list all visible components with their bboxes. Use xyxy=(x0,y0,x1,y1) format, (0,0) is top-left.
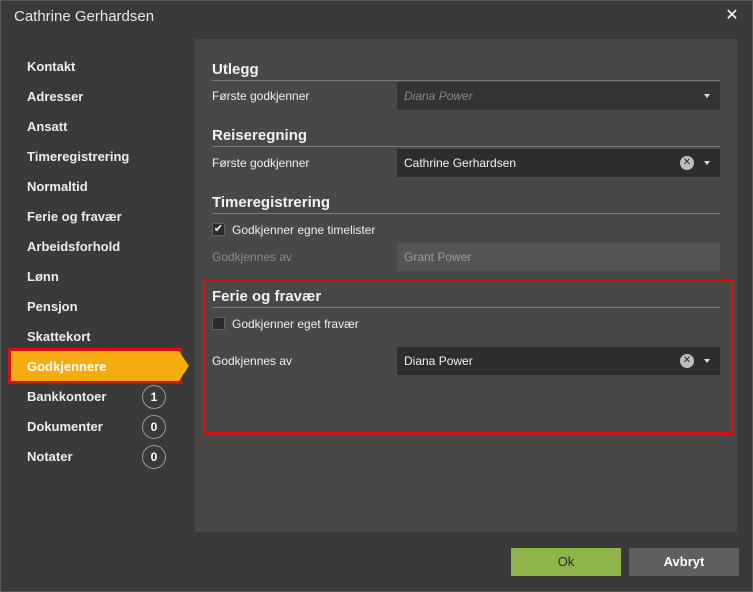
approvers-dialog: Cathrine Gerhardsen ✕ Kontakt Adresser A… xyxy=(0,0,753,592)
select-value: Grant Power xyxy=(404,250,472,264)
reiseregning-first-approver-select[interactable]: Cathrine Gerhardsen ✕ xyxy=(397,149,720,177)
sidebar-item-godkjennere[interactable]: Godkjennere xyxy=(8,348,189,384)
select-value: Diana Power xyxy=(404,354,473,368)
cancel-button[interactable]: Avbryt xyxy=(629,548,739,576)
absence-approved-by-label: Godkjennes av xyxy=(212,354,293,368)
sidebar-item-label: Bankkontoer xyxy=(27,389,107,404)
sidebar-item-ferie[interactable]: Ferie og fravær xyxy=(11,201,179,231)
sidebar-item-ansatt[interactable]: Ansatt xyxy=(11,111,179,141)
reiseregning-first-approver-label: Første godkjenner xyxy=(212,156,310,170)
sidebar-item-dokumenter[interactable]: Dokumenter 0 xyxy=(11,411,179,441)
count-badge: 0 xyxy=(142,415,166,439)
select-value: Diana Power xyxy=(404,89,473,103)
utlegg-first-approver-select[interactable]: Diana Power xyxy=(397,82,720,110)
dialog-title: Cathrine Gerhardsen xyxy=(1,1,752,33)
count-badge: 1 xyxy=(142,385,166,409)
ok-button[interactable]: Ok xyxy=(511,548,621,576)
close-icon[interactable]: ✕ xyxy=(724,6,740,26)
select-value: Cathrine Gerhardsen xyxy=(404,156,517,170)
count-badge: 0 xyxy=(142,445,166,469)
section-title-timeregistrering: Timeregistrering xyxy=(212,194,720,214)
sidebar-item-normaltid[interactable]: Normaltid xyxy=(11,171,179,201)
sidebar-nav: Kontakt Adresser Ansatt Timeregistrering… xyxy=(1,41,191,501)
sidebar-item-adresser[interactable]: Adresser xyxy=(11,81,179,111)
utlegg-first-approver-label: Første godkjenner xyxy=(212,89,310,103)
sidebar-item-label: Notater xyxy=(27,449,73,464)
own-timesheets-checkbox[interactable]: ✔ xyxy=(212,223,225,236)
absence-approved-by-select[interactable]: Diana Power ✕ xyxy=(397,347,720,375)
own-absence-checkbox[interactable] xyxy=(212,317,225,330)
caret-down-icon xyxy=(704,161,710,165)
clear-icon[interactable]: ✕ xyxy=(680,354,694,368)
caret-down-icon xyxy=(704,359,710,363)
caret-down-icon xyxy=(704,94,710,98)
clear-icon[interactable]: ✕ xyxy=(680,156,694,170)
sidebar-item-timeregistrering[interactable]: Timeregistrering xyxy=(11,141,179,171)
own-timesheets-label: Godkjenner egne timelister xyxy=(232,223,376,237)
sidebar-item-skattekort[interactable]: Skattekort xyxy=(11,321,179,351)
section-title-reiseregning: Reiseregning xyxy=(212,127,720,147)
sidebar-item-bankkontoer[interactable]: Bankkontoer 1 xyxy=(11,381,179,411)
timesheet-approved-by-label: Godkjennes av xyxy=(212,250,293,264)
section-title-ferie: Ferie og fravær xyxy=(212,288,720,308)
approvers-panel: Utlegg Første godkjenner Diana Power Rei… xyxy=(195,39,737,532)
own-absence-label: Godkjenner eget fravær xyxy=(232,317,359,331)
section-title-utlegg: Utlegg xyxy=(212,61,720,81)
sidebar-item-notater[interactable]: Notater 0 xyxy=(11,441,179,471)
sidebar-item-lonn[interactable]: Lønn xyxy=(11,261,179,291)
timesheet-approved-by-field: Grant Power xyxy=(397,243,720,271)
sidebar-item-label: Dokumenter xyxy=(27,419,103,434)
sidebar-item-arbeidsforhold[interactable]: Arbeidsforhold xyxy=(11,231,179,261)
sidebar-item-kontakt[interactable]: Kontakt xyxy=(11,51,179,81)
sidebar-item-pensjon[interactable]: Pensjon xyxy=(11,291,179,321)
